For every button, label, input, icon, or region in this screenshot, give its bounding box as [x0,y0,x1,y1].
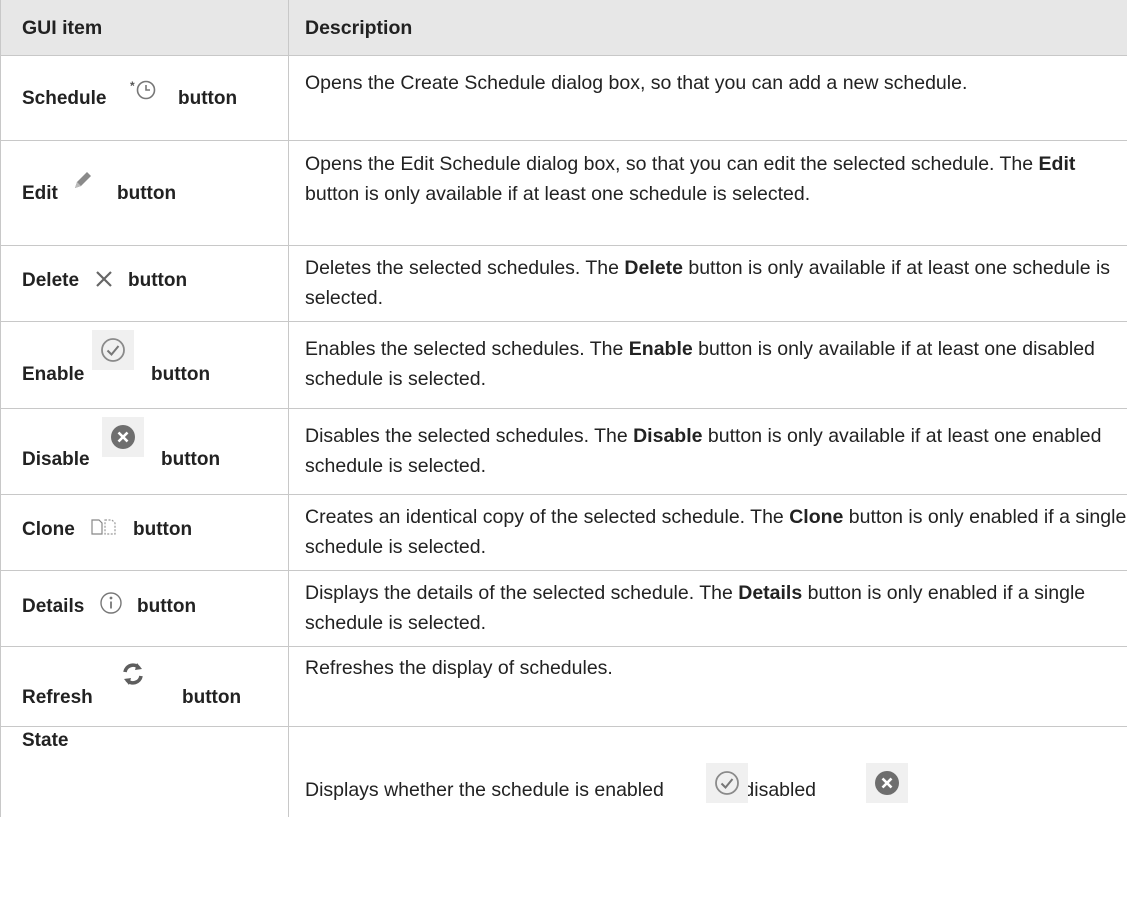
gui-items-table: GUI item Description Schedule * button O… [0,0,1127,817]
table-row: Clone button Creates an identical copy o… [1,495,1127,571]
description-cell: Enables the selected schedules. The Enab… [289,322,1127,408]
description-cell: Refreshes the display of schedules. [289,647,1127,726]
gui-item-cell: Details button [1,571,289,646]
info-icon [97,589,125,617]
description-text: Displays the details of the selected sch… [305,582,1086,634]
gui-item-label: Enable [22,364,85,385]
description-text: Disables the selected schedules. The Dis… [305,425,1102,477]
gui-item-suffix: button [137,596,197,617]
pencil-icon [70,169,94,193]
description-cell: Opens the Edit Schedule dialog box, so t… [289,141,1127,245]
table-row: Disable button Disables the selected sch… [1,409,1127,495]
disable-circle-icon [866,763,908,803]
description-text: Enables the selected schedules. The Enab… [305,338,1095,390]
gui-item-label: Disable [22,449,90,470]
schedule-icon: * [129,78,159,102]
gui-item-cell: Clone button [1,495,289,570]
gui-item-suffix: button [133,519,193,540]
table-row: State Displays whether the schedule is e… [1,727,1127,817]
gui-item-label: State [22,730,69,751]
gui-item-cell: Delete button [1,246,289,321]
description-text: Displays whether the schedule is enabled… [305,779,871,801]
table-row: Delete button Deletes the selected sched… [1,246,1127,322]
gui-item-label: Refresh [22,687,93,708]
description-cell: Disables the selected schedules. The Dis… [289,409,1127,494]
gui-item-suffix: button [178,88,238,109]
gui-item-cell: Edit button [1,141,289,245]
description-cell: Opens the Create Schedule dialog box, so… [289,56,1127,140]
gui-item-suffix: button [128,270,188,291]
gui-item-suffix: button [161,449,221,470]
description-text: Deletes the selected schedules. The Dele… [305,257,1111,309]
header-gui-item: GUI item [1,0,289,55]
svg-text:*: * [130,79,135,93]
gui-item-label: Edit [22,183,58,204]
gui-item-cell: Enable button [1,322,289,408]
table-row: Edit button Opens the Edit Schedule dial… [1,141,1127,246]
table-header: GUI item Description [1,0,1127,56]
gui-item-label: Clone [22,519,75,540]
table-row: Details button Displays the details of t… [1,571,1127,647]
gui-item-label: Details [22,596,85,617]
gui-item-label: Schedule [22,88,107,109]
gui-item-suffix: button [117,183,177,204]
header-description: Description [305,17,413,39]
gui-item-cell: Refresh button [1,647,289,726]
clone-icon [89,517,119,537]
description-cell: Displays the details of the selected sch… [289,571,1127,646]
table-row: Refresh button Refreshes the display of … [1,647,1127,727]
disable-circle-icon [102,417,144,457]
gui-item-cell: Disable button [1,409,289,494]
gui-item-cell: State [1,727,289,817]
gui-item-label: Delete [22,270,80,291]
description-cell: Deletes the selected schedules. The Dele… [289,246,1127,321]
description-text: Opens the Create Schedule dialog box, so… [305,72,968,94]
description-text: Opens the Edit Schedule dialog box, so t… [305,153,1076,205]
delete-x-icon [93,268,115,290]
check-circle-icon [706,763,748,803]
description-cell: Creates an identical copy of the selecte… [289,495,1127,570]
gui-item-suffix: button [182,687,242,708]
refresh-icon [111,652,155,696]
table-row: Enable button Enables the selected sched… [1,322,1127,409]
description-cell: Displays whether the schedule is enabled… [289,727,1127,817]
gui-item-suffix: button [151,364,211,385]
description-text: Creates an identical copy of the selecte… [305,506,1127,558]
gui-item-cell: Schedule * button [1,56,289,140]
table-row: Schedule * button Opens the Create Sched… [1,56,1127,141]
description-text: Refreshes the display of schedules. [305,657,613,679]
check-circle-icon [92,330,134,370]
